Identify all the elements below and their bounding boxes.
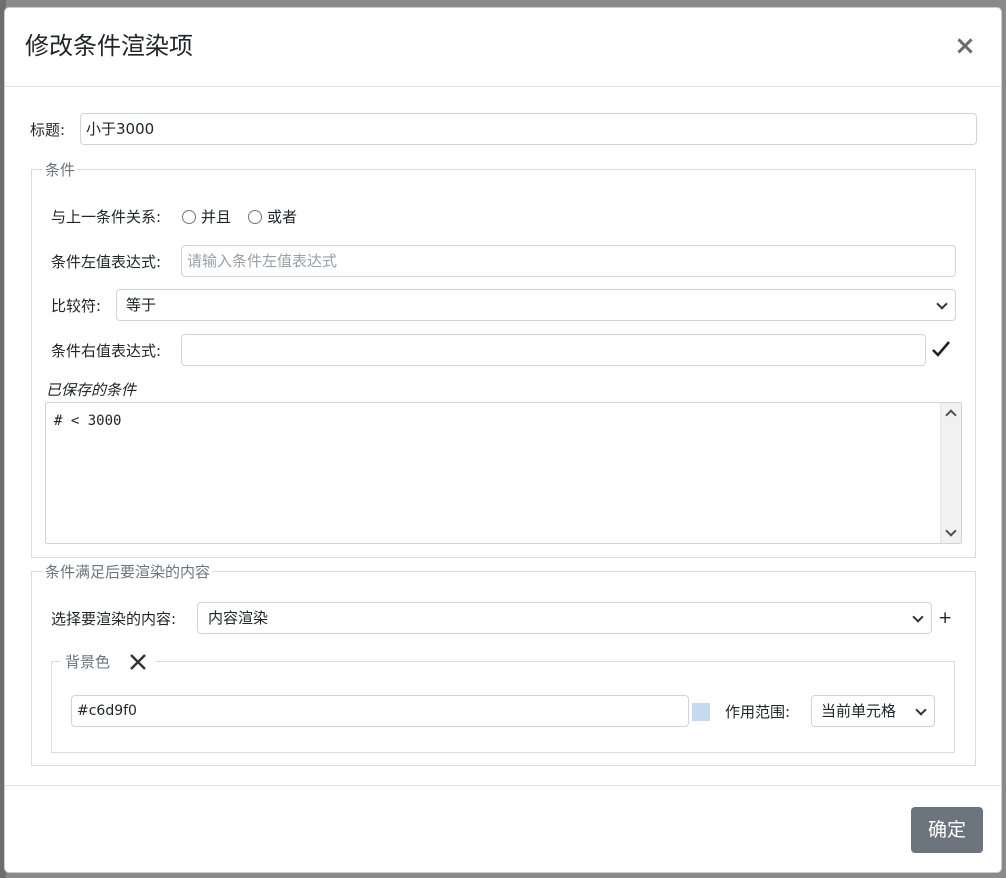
add-render-button[interactable]: + <box>938 608 952 628</box>
condition-legend: 条件 <box>43 160 78 180</box>
right-expr-label: 条件右值表达式: <box>51 342 162 360</box>
color-input[interactable]: #c6d9f0 <box>71 695 689 727</box>
close-button[interactable]: × <box>951 30 979 62</box>
right-expr-input[interactable] <box>181 334 926 366</box>
relation-label: 与上一条件关系: <box>51 208 162 226</box>
saved-conditions-label: 已保存的条件 <box>46 381 137 399</box>
render-legend: 条件满足后要渲染的内容 <box>43 562 213 582</box>
modal-footer-divider <box>5 785 1001 786</box>
operator-select-value: 等于 <box>126 296 157 314</box>
title-label: 标题: <box>30 121 66 139</box>
saved-conditions-textarea[interactable]: # < 3000 <box>45 402 962 544</box>
render-select-label: 选择要渲染的内容: <box>51 610 177 628</box>
operator-select[interactable]: 等于 <box>116 289 956 321</box>
scroll-up-icon[interactable] <box>945 409 957 421</box>
checkmark-icon[interactable] <box>931 340 951 358</box>
render-select[interactable]: 内容渲染 <box>197 602 932 634</box>
operator-label: 比较符: <box>51 297 102 315</box>
close-icon[interactable] <box>129 653 147 671</box>
modal-header: 修改条件渲染项 × <box>5 8 1001 87</box>
radio-or[interactable] <box>248 210 262 224</box>
render-select-value: 内容渲染 <box>208 609 269 627</box>
bg-color-legend-text: 背景色 <box>65 653 111 671</box>
scope-select[interactable]: 当前单元格 <box>811 695 935 727</box>
modal-dialog: 修改条件渲染项 × 标题: 小于3000 条件 与上一条件关系: 并且 或者 条… <box>4 7 1002 873</box>
radio-and[interactable] <box>182 210 196 224</box>
title-input[interactable]: 小于3000 <box>80 113 977 145</box>
scroll-down-icon[interactable] <box>945 525 957 537</box>
scope-label: 作用范围: <box>725 703 791 721</box>
ok-button[interactable]: 确定 <box>911 807 983 853</box>
radio-or-label: 或者 <box>267 208 298 226</box>
scope-select-value: 当前单元格 <box>821 702 897 720</box>
modal-title: 修改条件渲染项 <box>25 32 193 60</box>
left-expr-input[interactable]: 请输入条件左值表达式 <box>181 245 956 277</box>
left-expr-label: 条件左值表达式: <box>51 253 162 271</box>
scrollbar[interactable] <box>940 403 961 543</box>
color-swatch[interactable] <box>692 703 710 721</box>
saved-conditions-text: # < 3000 <box>54 413 122 429</box>
radio-and-label: 并且 <box>201 208 232 226</box>
